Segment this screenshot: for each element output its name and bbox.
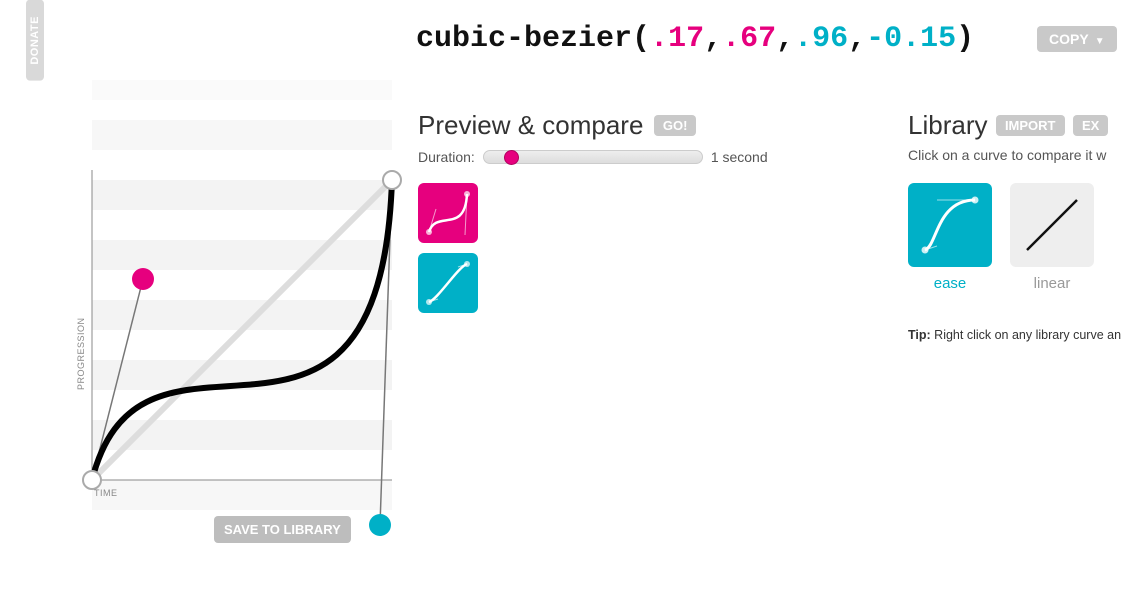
chevron-down-icon: ▼ <box>1095 36 1105 47</box>
preview-thumb-current[interactable] <box>418 183 478 243</box>
bezier-formula: cubic-bezier(.17,.67,.96,-0.15) <box>416 22 974 56</box>
copy-label: COPY <box>1049 31 1089 47</box>
slider-thumb[interactable] <box>504 150 519 165</box>
plot-grid <box>92 80 392 510</box>
library-title: Library <box>908 110 987 141</box>
curve-thumb-icon <box>424 259 472 307</box>
preview-thumb-compare[interactable] <box>418 253 478 313</box>
p1x-value[interactable]: .17 <box>650 22 704 56</box>
p1y-value[interactable]: .67 <box>722 22 776 56</box>
control-point-p2[interactable] <box>369 514 391 536</box>
library-tile <box>908 183 992 267</box>
preview-title: Preview & compare <box>418 110 643 141</box>
library-section: Library IMPORT EX Click on a curve to co… <box>908 110 1131 342</box>
linear-curve-icon <box>1019 192 1085 258</box>
library-item-linear[interactable]: linear <box>1010 183 1094 292</box>
import-button[interactable]: IMPORT <box>996 115 1065 136</box>
axis-label-time: TIME <box>94 488 118 498</box>
library-tile <box>1010 183 1094 267</box>
copy-button[interactable]: COPY ▼ <box>1037 26 1117 52</box>
library-item-ease[interactable]: ease <box>908 183 992 292</box>
endpoint-end <box>383 171 401 189</box>
duration-value: 1 second <box>711 149 768 165</box>
p2y-value[interactable]: -0.15 <box>866 22 956 56</box>
p2x-value[interactable]: .96 <box>794 22 848 56</box>
library-grid: ease linear <box>908 183 1131 292</box>
go-button[interactable]: GO! <box>654 115 697 136</box>
credits-rail: Made by Lea Verou with care ✿ About <box>26 40 50 470</box>
save-to-library-button[interactable]: SAVE TO LIBRARY <box>214 516 351 543</box>
control-point-p1[interactable] <box>132 268 154 290</box>
duration-label: Duration: <box>418 149 475 165</box>
bezier-editor[interactable]: PROGRESSION TIME SAVE TO LIBRARY <box>82 80 392 530</box>
preview-thumbnails <box>418 183 878 313</box>
duration-row: Duration: 1 second <box>418 149 878 165</box>
library-caption: ease <box>934 275 967 292</box>
preview-section: Preview & compare GO! Duration: 1 second <box>418 110 878 313</box>
axis-label-progression: PROGRESSION <box>76 317 86 390</box>
library-subtitle: Click on a curve to compare it w <box>908 147 1131 163</box>
library-tip: Tip: Right click on any library curve an <box>908 328 1131 342</box>
duration-slider[interactable] <box>483 150 703 164</box>
library-caption: linear <box>1034 275 1071 292</box>
export-button[interactable]: EX <box>1073 115 1108 136</box>
endpoint-start <box>83 471 101 489</box>
ease-curve-icon <box>917 192 983 258</box>
curve-thumb-icon <box>424 189 472 237</box>
bezier-canvas[interactable] <box>82 80 402 540</box>
